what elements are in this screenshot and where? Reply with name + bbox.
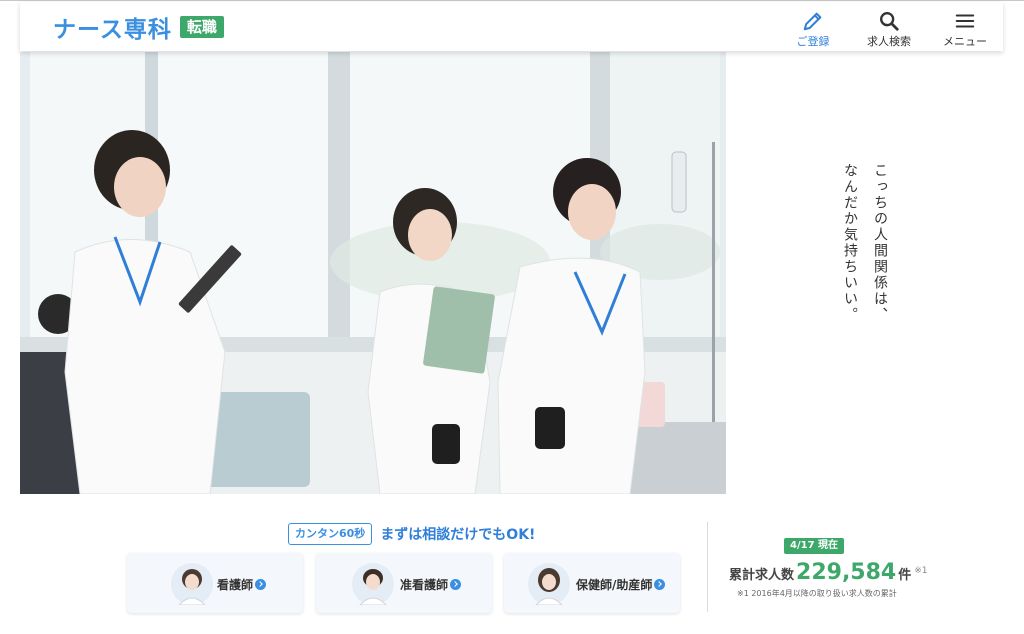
nurse-avatar-icon xyxy=(171,563,213,605)
assistant-nurse-avatar-icon xyxy=(352,563,394,605)
stat-unit: 件 xyxy=(898,568,912,583)
card-assistant-nurse[interactable]: 准看護師 xyxy=(316,553,492,613)
site-header: ナース専科 転職 ご登録 求人検索 メニュー xyxy=(20,2,1003,51)
stat-total-jobs: 累計求人数229,584 件 ※1 xyxy=(729,560,928,585)
stat-footnote-mark: ※1 xyxy=(914,566,928,576)
header-nav: ご登録 求人検索 メニュー xyxy=(775,2,1003,51)
chevron-right-icon xyxy=(450,579,462,590)
logo-badge: 転職 xyxy=(179,16,224,38)
logo-text: ナース専科 xyxy=(53,17,172,43)
cta-heading: カンタン60秒 まずは相談だけでもOK! xyxy=(288,523,535,545)
tagline-line-2: なんだか気持ちいい。 xyxy=(842,163,858,323)
card-assistant-nurse-label: 准看護師 xyxy=(400,576,462,593)
midwife-avatar-icon xyxy=(528,563,570,605)
chevron-right-icon xyxy=(255,579,267,590)
card-nurse-text: 看護師 xyxy=(217,578,254,592)
register-button[interactable]: ご登録 xyxy=(775,2,851,51)
cta-title: まずは相談だけでもOK! xyxy=(380,527,536,543)
card-public-health-midwife-text: 保健師/助産師 xyxy=(576,578,653,592)
stat-label: 累計求人数 xyxy=(729,568,795,583)
section-divider xyxy=(707,522,708,612)
stat-value: 229,584 xyxy=(796,560,897,585)
card-assistant-nurse-text: 准看護師 xyxy=(400,578,449,592)
card-public-health-midwife[interactable]: 保健師/助産師 xyxy=(504,553,680,613)
hamburger-menu-icon xyxy=(955,14,975,28)
menu-label: メニュー xyxy=(943,35,987,48)
top-border xyxy=(0,0,1024,1)
chevron-right-icon xyxy=(654,579,666,590)
hero-tagline: こっちの人間関係は、 なんだか気持ちいい。 xyxy=(835,163,895,323)
cta-badge: カンタン60秒 xyxy=(288,523,373,545)
hero-illustration xyxy=(20,52,726,494)
card-nurse[interactable]: 看護師 xyxy=(127,553,303,613)
stat-date-badge: 4/17 現在 xyxy=(784,538,845,554)
menu-button[interactable]: メニュー xyxy=(927,2,1003,51)
pencil-icon xyxy=(803,12,822,31)
stat-footnote: ※1 2016年4月以降の取り扱い求人数の累計 xyxy=(737,589,897,598)
card-public-health-midwife-label: 保健師/助産師 xyxy=(576,576,666,593)
register-label: ご登録 xyxy=(796,35,830,48)
search-icon xyxy=(880,12,899,31)
hero-photo xyxy=(20,52,726,494)
job-search-button[interactable]: 求人検索 xyxy=(851,2,927,51)
card-nurse-label: 看護師 xyxy=(217,576,267,593)
tagline-line-1: こっちの人間関係は、 xyxy=(872,163,888,323)
job-search-label: 求人検索 xyxy=(867,35,911,48)
site-logo[interactable]: ナース専科 転職 xyxy=(53,10,224,44)
